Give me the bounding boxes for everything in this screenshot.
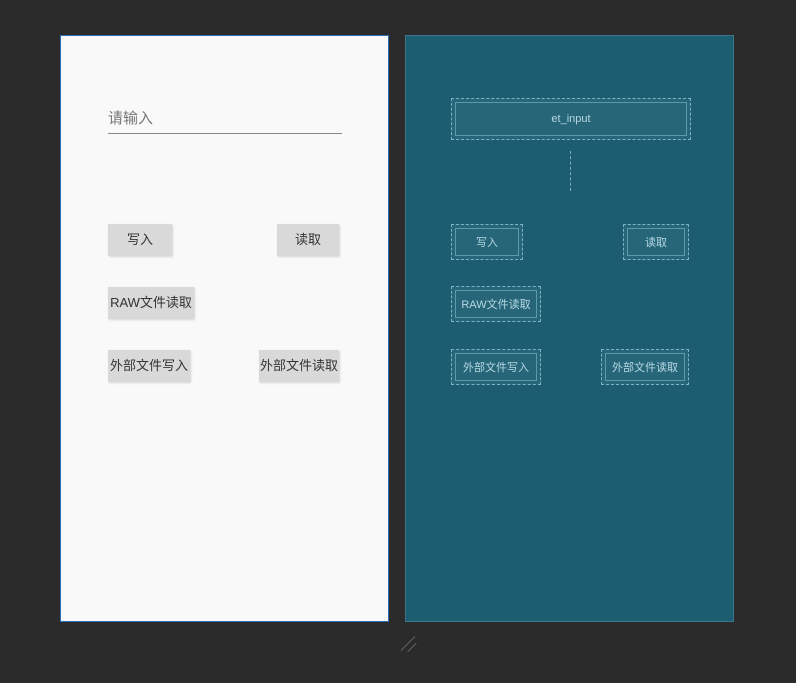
blueprint-write-node[interactable]: 写入 xyxy=(451,224,523,260)
text-input[interactable] xyxy=(108,104,342,134)
blueprint-read-node[interactable]: 读取 xyxy=(623,224,689,260)
blueprint-write-label: 写入 xyxy=(476,234,498,250)
read-button[interactable]: 读取 xyxy=(277,224,339,256)
resize-handle-icon xyxy=(396,630,416,650)
dual-panel-container: 写入 读取 RAW文件读取 外部文件写入 外部文件读取 et_input 写入 … xyxy=(0,0,796,622)
blueprint-panel: et_input 写入 读取 RAW文件读取 外部文件写入 外部文件读取 xyxy=(405,35,734,622)
external-read-button[interactable]: 外部文件读取 xyxy=(259,350,339,382)
write-button[interactable]: 写入 xyxy=(108,224,172,256)
raw-read-button[interactable]: RAW文件读取 xyxy=(108,287,194,319)
blueprint-ext-write-node[interactable]: 外部文件写入 xyxy=(451,349,541,385)
blueprint-ext-write-label: 外部文件写入 xyxy=(463,359,529,375)
blueprint-read-label: 读取 xyxy=(645,234,667,250)
blueprint-input-label: et_input xyxy=(551,113,590,125)
blueprint-ext-read-node[interactable]: 外部文件读取 xyxy=(601,349,689,385)
blueprint-ext-read-label: 外部文件读取 xyxy=(612,359,678,375)
external-write-button[interactable]: 外部文件写入 xyxy=(108,350,190,382)
blueprint-input-node[interactable]: et_input xyxy=(451,98,691,140)
blueprint-raw-label: RAW文件读取 xyxy=(461,296,530,312)
preview-panel: 写入 读取 RAW文件读取 外部文件写入 外部文件读取 xyxy=(60,35,389,622)
blueprint-raw-read-node[interactable]: RAW文件读取 xyxy=(451,286,541,322)
blueprint-connector xyxy=(570,151,571,191)
